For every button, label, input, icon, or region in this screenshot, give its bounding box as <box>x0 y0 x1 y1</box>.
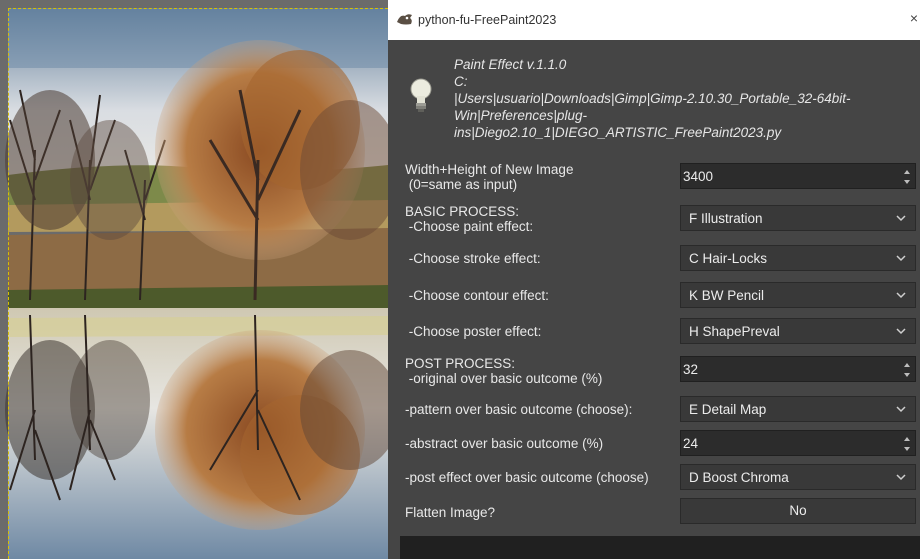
post-process-heading: POST PROCESS: <box>405 356 516 371</box>
lightbulb-icon <box>410 78 432 112</box>
contour-effect-value: K BW Pencil <box>689 288 765 303</box>
poster-effect-label: -Choose poster effect: <box>405 324 542 339</box>
poster-effect-value: H ShapePreval <box>689 324 780 339</box>
info-line: Paint Effect v.1.1.0 <box>454 57 567 72</box>
contour-effect-dropdown[interactable]: K BW Pencil <box>680 282 916 308</box>
poster-effect-dropdown[interactable]: H ShapePreval <box>680 318 916 344</box>
post-effect-dropdown[interactable]: D Boost Chroma <box>680 464 916 490</box>
width-height-label-line2: (0=same as input) <box>405 177 518 192</box>
abstract-over-label: -abstract over basic outcome (%) <box>405 436 604 451</box>
original-over-spinbox[interactable]: 32 <box>680 356 916 382</box>
info-line: Win|Preferences|plug- <box>454 108 587 123</box>
chevron-down-icon <box>896 255 906 262</box>
abstract-over-spinbox[interactable]: 24 <box>680 430 916 456</box>
flatten-toggle-button[interactable]: No <box>680 498 916 524</box>
post-effect-label: -post effect over basic outcome (choose) <box>405 470 649 485</box>
chevron-down-icon <box>896 215 906 222</box>
paint-effect-value: F Illustration <box>689 211 763 226</box>
info-line: C: <box>454 74 468 89</box>
paint-effect-label-text: -Choose paint effect: <box>405 219 534 234</box>
spin-arrows-icon[interactable] <box>903 166 911 188</box>
chevron-down-icon <box>896 328 906 335</box>
info-line: |Users|usuario|Downloads|Gimp|Gimp-2.10.… <box>454 91 851 106</box>
image-canvas[interactable] <box>0 0 388 559</box>
chevron-down-icon <box>896 474 906 481</box>
selection-outline <box>8 8 388 559</box>
close-icon[interactable]: × <box>910 10 918 26</box>
width-height-value: 3400 <box>683 169 714 184</box>
chevron-down-icon <box>896 406 906 413</box>
basic-process-heading: BASIC PROCESS: <box>405 204 520 219</box>
chevron-down-icon <box>896 292 906 299</box>
original-over-value: 32 <box>683 362 699 377</box>
original-over-label-text: -original over basic outcome (%) <box>405 371 603 386</box>
pattern-over-label: -pattern over basic outcome (choose): <box>405 402 633 417</box>
paint-effect-dropdown[interactable]: F Illustration <box>680 205 916 231</box>
width-height-label-line1: Width+Height of New Image <box>405 162 574 177</box>
pattern-over-value: E Detail Map <box>689 402 767 417</box>
dialog-bottom-panel <box>400 536 920 559</box>
stroke-effect-dropdown[interactable]: C Hair-Locks <box>680 245 916 271</box>
flatten-label: Flatten Image? <box>405 505 496 520</box>
original-over-label: POST PROCESS: -original over basic outco… <box>405 356 602 386</box>
spin-arrows-icon[interactable] <box>903 359 911 381</box>
stroke-effect-label: -Choose stroke effect: <box>405 251 541 266</box>
window-title: python-fu-FreePaint2023 <box>418 13 557 27</box>
gimp-wilber-icon <box>397 14 412 25</box>
stroke-effect-value: C Hair-Locks <box>689 251 768 266</box>
title-bar[interactable]: python-fu-FreePaint2023 × <box>388 0 920 40</box>
post-effect-value: D Boost Chroma <box>689 470 789 485</box>
width-height-spinbox[interactable]: 3400 <box>680 163 916 189</box>
pattern-over-dropdown[interactable]: E Detail Map <box>680 396 916 422</box>
plugin-info-text: Paint Effect v.1.1.0 C: |Users|usuario|D… <box>454 56 914 141</box>
abstract-over-value: 24 <box>683 436 699 451</box>
contour-effect-label: -Choose contour effect: <box>405 288 549 303</box>
plugin-dialog: python-fu-FreePaint2023 × Paint Effect v… <box>388 0 920 559</box>
paint-effect-label: BASIC PROCESS: -Choose paint effect: <box>405 204 533 234</box>
info-line: ins|Diego2.10_1|DIEGO_ARTISTIC_FreePaint… <box>454 125 782 140</box>
spin-arrows-icon[interactable] <box>903 433 911 455</box>
width-height-label: Width+Height of New Image (0=same as inp… <box>405 162 573 192</box>
